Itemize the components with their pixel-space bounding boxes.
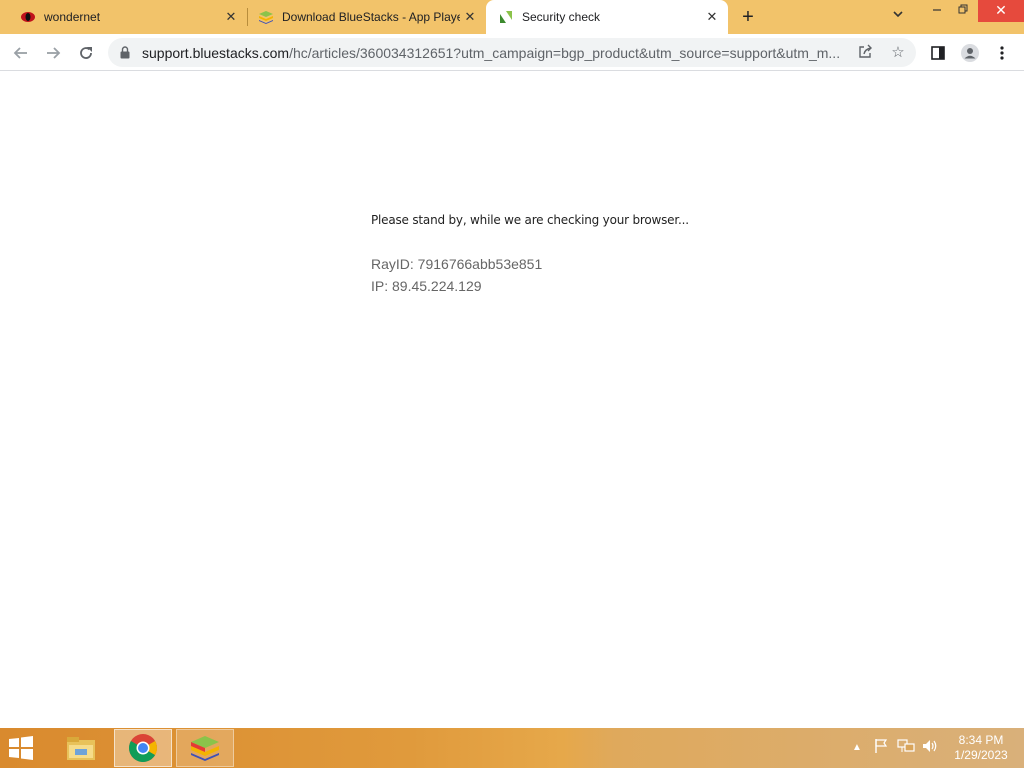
ip-address-text: IP: 89.45.224.129 — [371, 278, 482, 294]
volume-icon[interactable] — [921, 738, 939, 758]
file-explorer-icon[interactable] — [52, 729, 110, 767]
clock-time: 8:34 PM — [958, 733, 1004, 747]
action-center-flag-icon[interactable] — [872, 738, 890, 758]
tab-security-check[interactable]: Security check ✕ — [486, 0, 728, 34]
page-content: Please stand by, while we are checking y… — [0, 71, 1024, 728]
url-host: support.bluestacks.com — [142, 45, 290, 61]
tab-title: Download BlueStacks - App Player — [282, 10, 460, 24]
profile-avatar-icon[interactable] — [957, 40, 983, 66]
tab-title: wondernet — [44, 10, 101, 24]
show-hidden-icons-arrow-icon[interactable]: ▲ — [850, 738, 864, 758]
window-close-button[interactable]: ✕ — [978, 0, 1024, 22]
chrome-icon[interactable] — [114, 729, 172, 767]
tab-strip: wondernet ✕ Download BlueStacks - App Pl… — [0, 0, 1024, 34]
tab-close-icon[interactable]: ✕ — [221, 7, 241, 27]
bookmark-star-icon[interactable]: ☆ — [888, 43, 908, 63]
new-tab-button[interactable]: + — [736, 6, 760, 28]
browser-toolbar: support.bluestacks.com/hc/articles/36003… — [0, 34, 1024, 71]
zendesk-icon — [498, 9, 514, 25]
system-clock[interactable]: 8:34 PM 1/29/2023 — [946, 733, 1016, 763]
tab-bluestacks-download[interactable]: Download BlueStacks - App Player ✕ — [248, 0, 486, 34]
ray-id-text: RayID: 7916766abb53e851 — [371, 256, 543, 272]
url-text: support.bluestacks.com/hc/articles/36003… — [142, 45, 840, 61]
network-icon[interactable] — [897, 738, 915, 758]
clock-date: 1/29/2023 — [954, 748, 1008, 762]
bluestacks-icon — [258, 9, 274, 25]
kebab-menu-icon[interactable] — [989, 40, 1015, 66]
tab-search-chevron-icon[interactable] — [888, 8, 908, 26]
tab-title: Security check — [522, 10, 601, 24]
url-path: /hc/articles/360034312651?utm_campaign=b… — [289, 45, 841, 61]
lock-icon[interactable] — [120, 46, 130, 59]
wondernet-eye-icon — [20, 9, 36, 25]
address-bar[interactable]: support.bluestacks.com/hc/articles/36003… — [108, 38, 916, 67]
standby-message: Please stand by, while we are checking y… — [371, 213, 689, 227]
windows-start-icon[interactable] — [6, 734, 40, 762]
tab-close-icon[interactable]: ✕ — [460, 7, 480, 27]
share-icon[interactable] — [856, 43, 876, 63]
reload-icon[interactable] — [73, 40, 99, 66]
side-panel-icon[interactable] — [925, 40, 951, 66]
restore-button[interactable] — [952, 0, 974, 22]
minimize-button[interactable] — [926, 0, 948, 22]
tab-wondernet[interactable]: wondernet ✕ — [0, 0, 247, 34]
windows-taskbar: ▲ 8:34 PM 1/29/2023 — [0, 728, 1024, 768]
bluestacks-taskbar-icon[interactable] — [176, 729, 234, 767]
back-arrow-icon[interactable] — [8, 40, 34, 66]
forward-arrow-icon[interactable] — [40, 40, 66, 66]
tab-close-icon[interactable]: ✕ — [702, 7, 722, 27]
